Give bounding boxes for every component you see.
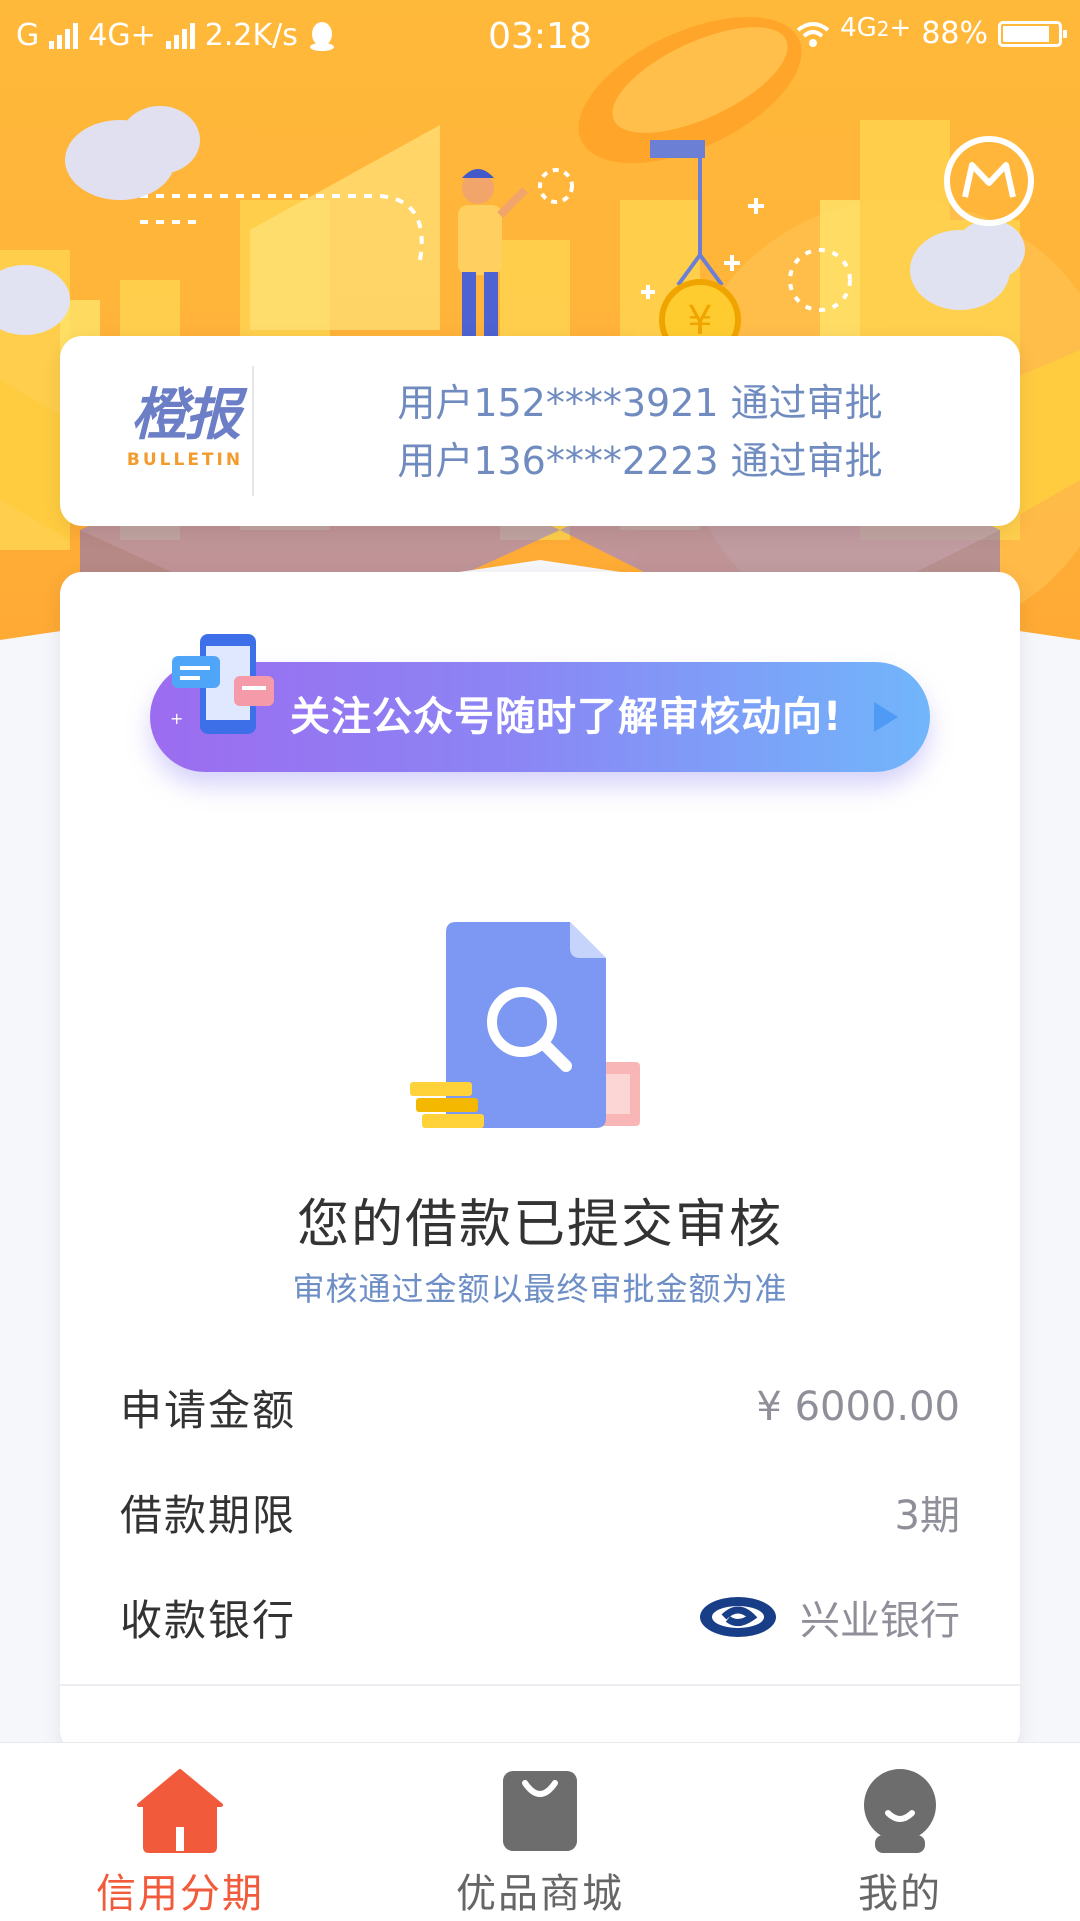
svg-text:+: + bbox=[170, 709, 183, 728]
tab-label: 我的 bbox=[858, 1871, 942, 1917]
cib-bank-logo-icon bbox=[700, 1597, 776, 1637]
bulletin-item: 用户152****3921 通过审批 bbox=[397, 381, 883, 425]
card-divider bbox=[60, 1684, 1020, 1686]
detail-label: 收款银行 bbox=[120, 1595, 297, 1645]
loan-status-card: + + 关注公众号随时了解审核动向! 您的借款已提交审核 审核通过金额以最终审批… bbox=[60, 572, 1020, 1752]
wifi-icon bbox=[796, 21, 830, 47]
bulletin-list: 用户152****3921 通过审批 用户136****2223 通过审批 bbox=[290, 374, 990, 490]
detail-value: 兴业银行 bbox=[800, 1598, 960, 1644]
detail-row-bank: 收款银行 兴业银行 bbox=[120, 1587, 960, 1647]
document-search-icon bbox=[410, 922, 640, 1128]
shopping-bag-icon bbox=[503, 1771, 577, 1851]
banner-text: 关注公众号随时了解审核动向! bbox=[290, 694, 843, 740]
bottom-tab-bar: 信用分期 优品商城 我的 bbox=[0, 1742, 1080, 1921]
detail-label: 申请金额 bbox=[120, 1385, 297, 1435]
detail-label: 借款期限 bbox=[120, 1490, 297, 1540]
mail-circle-icon bbox=[962, 162, 1016, 198]
home-icon bbox=[137, 1769, 223, 1853]
bulletin-item: 用户136****2223 通过审批 bbox=[397, 439, 883, 483]
network-right-plus: + bbox=[889, 12, 912, 43]
detail-value: ¥ 6000.00 bbox=[756, 1384, 960, 1430]
tab-label: 信用分期 bbox=[96, 1871, 264, 1917]
bulletin-card[interactable]: 橙报 BULLETIN 用户152****3921 通过审批 用户136****… bbox=[60, 336, 1020, 526]
message-button[interactable] bbox=[944, 136, 1034, 226]
battery-icon bbox=[998, 20, 1067, 47]
sim-index: 2 bbox=[876, 16, 890, 41]
status-bar: G 4G+ 2.2K/s 03:18 4G2+ 88% bbox=[0, 0, 1080, 76]
status-title: 您的借款已提交审核 bbox=[296, 1195, 783, 1255]
phone-chat-icon: + + bbox=[170, 631, 280, 734]
tab-mall[interactable]: 优品商城 bbox=[360, 1743, 720, 1921]
user-face-icon bbox=[864, 1769, 936, 1853]
tab-label: 优品商城 bbox=[456, 1871, 624, 1917]
detail-row-term: 借款期限 3期 bbox=[120, 1482, 960, 1542]
tab-profile[interactable]: 我的 bbox=[720, 1743, 1080, 1921]
status-subtitle: 审核通过金额以最终审批金额为准 bbox=[292, 1270, 788, 1308]
bulletin-divider bbox=[252, 366, 254, 496]
detail-value: 3期 bbox=[894, 1493, 960, 1539]
play-arrow-icon bbox=[874, 702, 898, 732]
svg-text:+: + bbox=[272, 631, 280, 650]
detail-row-amount: 申请金额 ¥ 6000.00 bbox=[120, 1377, 960, 1437]
follow-official-account-banner[interactable]: + + 关注公众号随时了解审核动向! bbox=[150, 631, 930, 772]
tab-credit-installment[interactable]: 信用分期 bbox=[0, 1743, 360, 1921]
battery-percent: 88% bbox=[921, 16, 988, 51]
network-right-label: 4G bbox=[840, 12, 877, 43]
